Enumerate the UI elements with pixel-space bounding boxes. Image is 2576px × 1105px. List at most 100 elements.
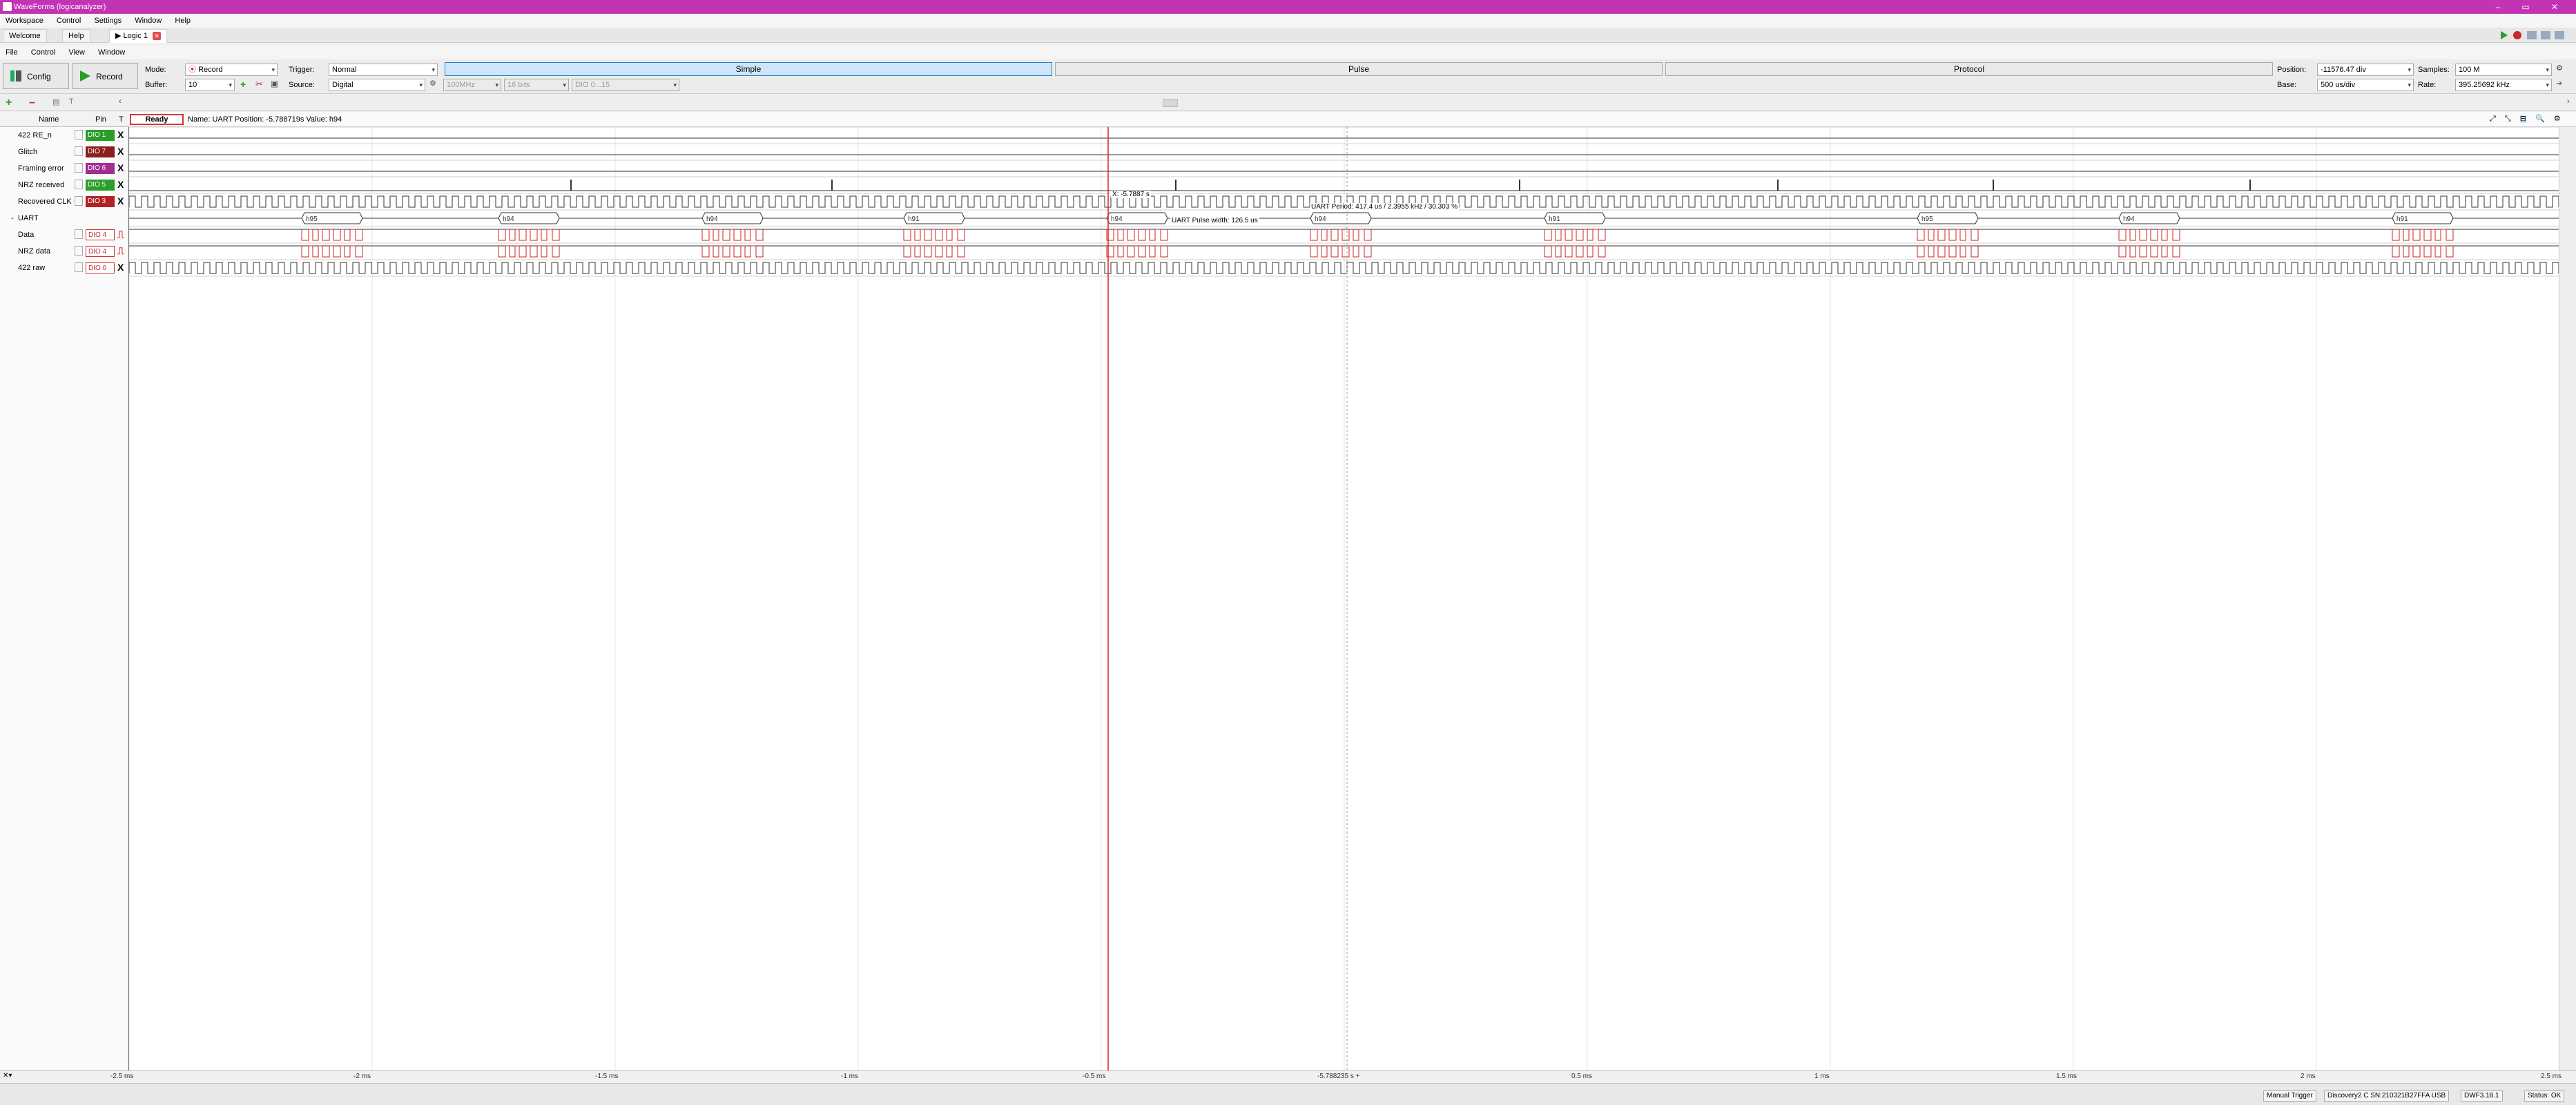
menu-control2[interactable]: Control	[26, 46, 61, 59]
uart-value: h94	[1111, 215, 1123, 223]
channel-edit-icon[interactable]	[75, 262, 83, 272]
position-input[interactable]: -11576.47 div	[2317, 64, 2414, 76]
add-channel-icon[interactable]: +	[6, 97, 12, 109]
source-select[interactable]: Digital	[329, 79, 425, 91]
stop-icon[interactable]	[2513, 31, 2521, 39]
channel-edit-icon[interactable]	[75, 229, 83, 239]
tab-welcome[interactable]: Welcome	[3, 29, 47, 43]
add-icon[interactable]: +	[240, 79, 246, 90]
channel-row[interactable]: Recovered CLK DIO 3 X	[0, 193, 128, 210]
panel3-icon[interactable]	[2555, 31, 2564, 39]
rate-arrow-icon[interactable]: ➜	[2556, 79, 2562, 88]
ready-badge: Ready	[130, 114, 184, 125]
menu-window2[interactable]: Window	[93, 46, 130, 59]
mode-tab-protocol[interactable]: Protocol	[1665, 62, 2273, 76]
collapse-left-icon[interactable]: ‹	[119, 97, 122, 106]
minimize-button[interactable]: –	[2491, 1, 2505, 12]
waveform-canvas[interactable]: h95 h94 h94 h91 h94 h94 h91 h95 h94 h91	[128, 126, 2560, 1070]
menu-control[interactable]: Control	[51, 14, 86, 28]
channel-row[interactable]: Data DIO 4 ⎍	[0, 227, 128, 243]
menu-window[interactable]: Window	[129, 14, 167, 28]
remove-channel-icon[interactable]: –	[29, 97, 35, 109]
menu-file[interactable]: File	[0, 46, 23, 59]
zoom-settings-icon[interactable]: ⚙	[2554, 115, 2561, 123]
pin-badge[interactable]: DIO 3	[86, 196, 115, 207]
panel2-icon[interactable]	[2541, 31, 2550, 39]
waveform-plot[interactable]: h95 h94 h94 h91 h94 h94 h91 h95 h94 h91 X: -5.788…	[128, 126, 2560, 1070]
position-settings-icon[interactable]: ⚙	[2556, 64, 2563, 73]
pin-badge[interactable]: DIO 4	[86, 246, 115, 257]
channel-value: X	[117, 179, 124, 190]
pin-badge[interactable]: DIO 7	[86, 146, 115, 157]
collapse-right-icon[interactable]: ›	[2567, 97, 2570, 106]
data-burst	[701, 229, 764, 241]
pin-badge[interactable]: DIO 4	[86, 229, 115, 240]
panel-icon[interactable]	[2527, 31, 2537, 39]
channel-row[interactable]: NRZ data DIO 4 ⎍	[0, 243, 128, 260]
splitter-handle[interactable]	[1163, 99, 1178, 107]
channel-row[interactable]: NRZ received DIO 5 X	[0, 177, 128, 193]
record-button[interactable]: Record	[72, 63, 138, 89]
tab-help[interactable]: Help	[62, 29, 90, 43]
channel-settings-icon[interactable]: ▤	[52, 97, 59, 106]
data-burst	[1544, 229, 1606, 241]
run-icon[interactable]	[2501, 31, 2508, 39]
rate-input[interactable]: 395.25692 kHz	[2455, 79, 2552, 91]
device-status[interactable]: Discovery2 C SN:210321B27FFA USB	[2324, 1090, 2450, 1102]
config-button[interactable]: Config	[3, 63, 69, 89]
header-t: T	[119, 115, 124, 124]
channel-row-uart[interactable]: - UART	[0, 210, 128, 227]
mode-tab-simple[interactable]: Simple	[445, 62, 1052, 76]
channel-row[interactable]: 422 RE_n DIO 1 X	[0, 127, 128, 144]
channel-edit-icon[interactable]	[75, 130, 83, 140]
menu-help[interactable]: Help	[169, 14, 196, 28]
window-title: WaveForms (logicanalyzer)	[14, 3, 106, 11]
maximize-button[interactable]: ▭	[2519, 1, 2533, 12]
pin-badge[interactable]: DIO 1	[86, 130, 115, 141]
time-tick: -2 ms	[354, 1073, 371, 1080]
title-bar: WaveForms (logicanalyzer) – ▭ ✕	[0, 0, 2576, 14]
pin-badge[interactable]: DIO 5	[86, 180, 115, 191]
channel-edit-icon[interactable]	[75, 196, 83, 206]
uart-value: h95	[306, 215, 318, 223]
close-button[interactable]: ✕	[2548, 1, 2562, 12]
uart-value: h94	[503, 215, 514, 223]
cursor-tool-icon[interactable]: ⊟	[2519, 115, 2526, 123]
zoom-in-icon[interactable]: 🔍	[2535, 115, 2545, 123]
cursor-label: X: -5.7887 s	[1111, 191, 1151, 198]
channel-row[interactable]: Framing error DIO 6 X	[0, 160, 128, 177]
menu-view[interactable]: View	[63, 46, 90, 59]
zoom-fit-icon[interactable]: ⤢	[2490, 115, 2496, 123]
status-badge: Status: OK	[2524, 1090, 2565, 1102]
buffer-input[interactable]: 10	[185, 79, 235, 91]
delete-icon[interactable]: ✂	[255, 79, 263, 90]
zoom-out-icon[interactable]: ⤡	[2505, 115, 2511, 123]
position-label: Position:	[2277, 66, 2307, 74]
channel-edit-icon[interactable]	[75, 246, 83, 256]
source-settings-icon[interactable]: ⚙	[429, 79, 436, 88]
vertical-scrollbar[interactable]	[2559, 127, 2576, 1070]
mode-tab-pulse[interactable]: Pulse	[1055, 62, 1663, 76]
trigger-select[interactable]: Normal	[329, 64, 438, 76]
channel-edit-icon[interactable]	[75, 146, 83, 156]
mode-select[interactable]: ⦿ Record	[185, 64, 278, 76]
samples-input[interactable]: 100 M	[2455, 64, 2552, 76]
menu-workspace[interactable]: Workspace	[0, 14, 49, 28]
channel-row[interactable]: 422 raw DIO 0 X	[0, 260, 128, 276]
save-icon[interactable]: ▣	[271, 79, 278, 88]
channel-filter-icon[interactable]: T	[69, 97, 74, 106]
channel-row[interactable]: Glitch DIO 7 X	[0, 144, 128, 160]
base-select[interactable]: 500 us/div	[2317, 79, 2414, 91]
pin-badge[interactable]: DIO 6	[86, 163, 115, 174]
channel-edit-icon[interactable]	[75, 163, 83, 173]
channel-edit-icon[interactable]	[75, 180, 83, 189]
data-burst	[903, 245, 965, 258]
expand-icon[interactable]: -	[11, 214, 14, 222]
data-burst	[301, 245, 363, 258]
axis-menu-icon[interactable]: ✕▾	[3, 1072, 12, 1079]
manual-trigger-button[interactable]: Manual Trigger	[2263, 1090, 2316, 1102]
menu-settings[interactable]: Settings	[88, 14, 127, 28]
close-tab-icon[interactable]: ✕	[153, 32, 162, 40]
pin-badge[interactable]: DIO 0	[86, 262, 115, 273]
tab-logic[interactable]: ▶ Logic 1 ✕	[109, 29, 168, 43]
